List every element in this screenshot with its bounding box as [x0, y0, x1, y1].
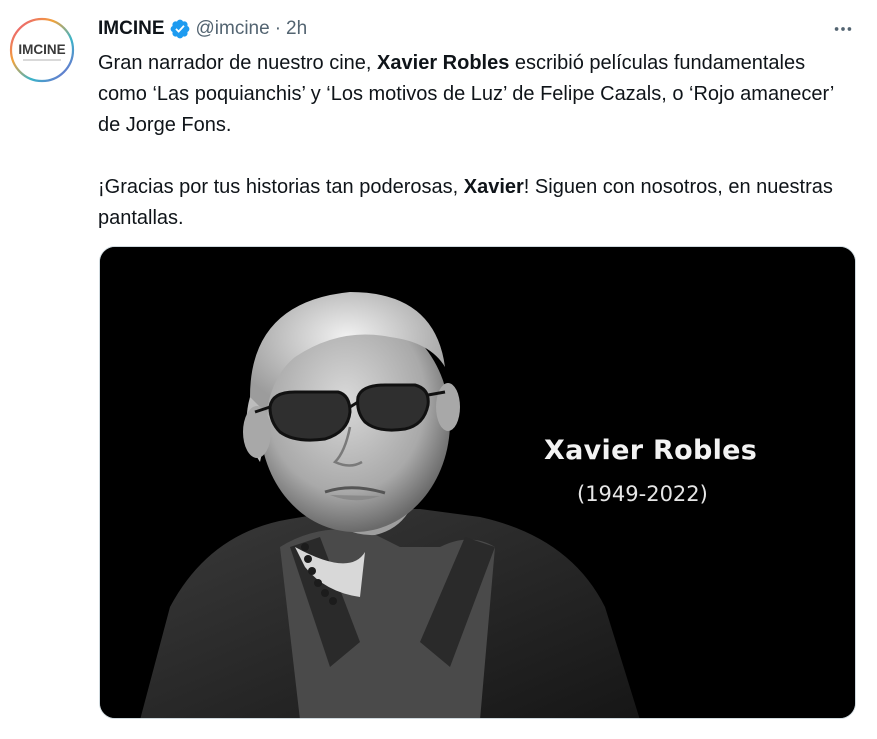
- tweet[interactable]: IMCINE IMCINE @imcine · 2h Gran narrador…: [0, 0, 877, 739]
- avatar[interactable]: IMCINE: [7, 15, 77, 85]
- tweet-header: IMCINE @imcine · 2h: [98, 16, 307, 42]
- imcine-logo: IMCINE: [9, 17, 75, 83]
- tweet-paragraph-2: ¡Gracias por tus historias tan poderosas…: [98, 172, 848, 234]
- tweet-text: Gran narrador de nuestro cine, Xavier Ro…: [98, 48, 848, 234]
- tweet-media[interactable]: Xavier Robles (1949-2022): [99, 246, 856, 719]
- display-name[interactable]: IMCINE: [98, 16, 165, 42]
- tweet-paragraph-1: Gran narrador de nuestro cine, Xavier Ro…: [98, 48, 848, 141]
- card-years: (1949-2022): [577, 482, 708, 506]
- avatar-logo-text: IMCINE: [18, 42, 65, 57]
- text-span: Gran narrador de nuestro cine,: [98, 52, 378, 74]
- bold-name: Xavier Robles: [377, 52, 510, 74]
- more-horizontal-icon[interactable]: [826, 16, 860, 42]
- timestamp[interactable]: 2h: [286, 16, 307, 42]
- verified-badge-icon: [170, 19, 189, 39]
- separator: ·: [274, 18, 282, 39]
- handle[interactable]: @imcine: [196, 16, 270, 42]
- card-name: Xavier Robles: [544, 435, 758, 466]
- portrait-photo: [100, 247, 855, 718]
- bold-name: Xavier: [463, 176, 524, 198]
- text-span: ¡Gracias por tus historias tan poderosas…: [98, 176, 464, 198]
